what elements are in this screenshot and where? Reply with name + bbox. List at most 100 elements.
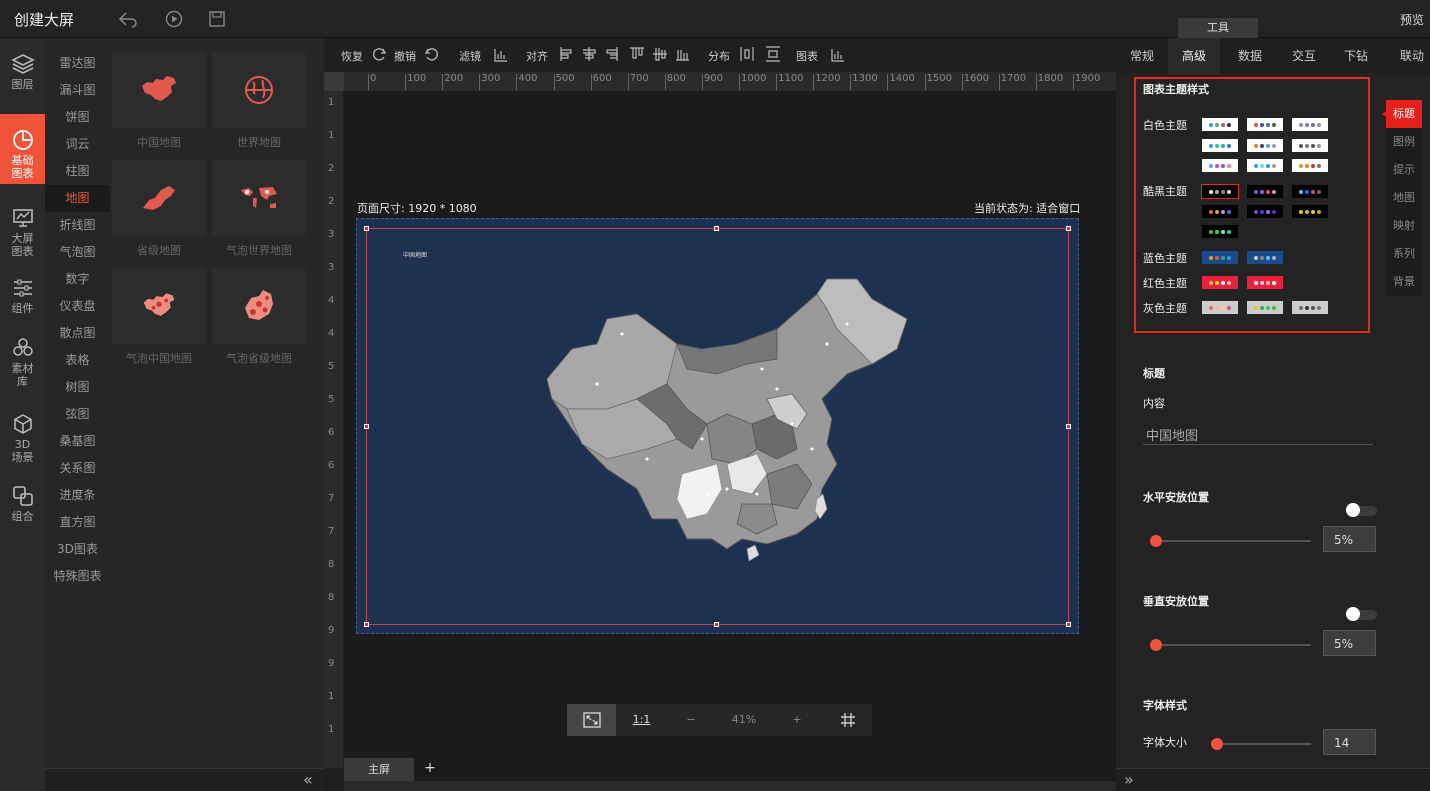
category-item[interactable]: 关系图 [45,455,110,482]
category-item[interactable]: 直方图 [45,509,110,536]
property-tab[interactable]: 下钻 [1330,38,1382,74]
theme-swatch[interactable] [1202,301,1238,314]
expand-right-icon[interactable]: » [1124,770,1134,789]
nav-basic-charts[interactable]: 基础 图表 [0,114,45,184]
theme-swatch[interactable] [1202,276,1238,289]
filter-button[interactable]: 滤镜 [459,48,481,64]
category-item[interactable]: 进度条 [45,482,110,509]
category-item[interactable]: 散点图 [45,320,110,347]
side-tab[interactable]: 提示 [1386,156,1422,184]
category-item[interactable]: 树图 [45,374,110,401]
category-item[interactable]: 漏斗图 [45,77,110,104]
resize-handle[interactable] [1066,622,1071,627]
theme-swatch[interactable] [1201,184,1239,199]
side-tab[interactable]: 标题 [1386,100,1422,128]
tab-main-screen[interactable]: 主屏 [344,758,414,781]
resize-handle[interactable] [714,622,719,627]
category-item[interactable]: 特殊图表 [45,563,110,590]
category-item[interactable]: 柱图 [45,158,110,185]
theme-swatch[interactable] [1202,205,1238,218]
side-tab[interactable]: 地图 [1386,184,1422,212]
title-content-input[interactable] [1143,424,1373,445]
category-item[interactable]: 表格 [45,347,110,374]
theme-swatch[interactable] [1247,251,1283,264]
collapse-left-icon[interactable]: « [303,770,313,789]
font-size-slider[interactable] [1211,743,1311,745]
tools-tab[interactable]: 工具 [1178,18,1258,38]
resize-handle[interactable] [364,226,369,231]
v-position-slider[interactable] [1150,644,1311,646]
zoom-in-button[interactable]: + [773,704,821,736]
h-position-toggle[interactable] [1346,503,1377,517]
side-tab[interactable]: 背景 [1386,268,1422,296]
nav-components[interactable]: 组件 [0,276,45,322]
theme-swatch[interactable] [1292,185,1328,198]
fit-window-button[interactable] [567,704,616,736]
side-tab[interactable]: 系列 [1386,240,1422,268]
resize-handle[interactable] [1066,424,1071,429]
thumb-province-map[interactable]: 省级地图 [112,160,206,258]
theme-swatch[interactable] [1247,139,1283,152]
side-tab[interactable]: 图例 [1386,128,1422,156]
resize-handle[interactable] [364,424,369,429]
theme-swatch[interactable] [1202,159,1238,172]
theme-swatch[interactable] [1202,118,1238,131]
property-tab[interactable]: 交互 [1278,38,1330,74]
category-item[interactable]: 饼图 [45,104,110,131]
font-size-knob[interactable] [1211,738,1223,750]
category-item[interactable]: 地图 [45,185,110,212]
theme-swatch[interactable] [1202,225,1238,238]
category-item[interactable]: 仪表盘 [45,293,110,320]
h-position-slider[interactable] [1150,540,1311,542]
chart-button[interactable]: 图表 [796,48,818,64]
property-tab[interactable]: 常规 [1116,38,1168,74]
nav-layers[interactable]: 图层 [0,52,45,98]
font-size-input[interactable]: 14 [1323,729,1376,755]
redo-button[interactable]: 恢复 [341,48,363,64]
theme-swatch[interactable] [1202,139,1238,152]
theme-swatch[interactable] [1247,185,1283,198]
undo-icon[interactable] [118,9,138,29]
theme-swatch[interactable] [1292,301,1328,314]
category-item[interactable]: 词云 [45,131,110,158]
category-item[interactable]: 3D图表 [45,536,110,563]
play-icon[interactable] [164,9,184,29]
theme-swatch[interactable] [1247,118,1283,131]
undo-button[interactable]: 撤销 [394,48,416,64]
selected-map-widget[interactable] [366,228,1069,625]
h-position-knob[interactable] [1150,535,1162,547]
preview-button[interactable]: 预览 [1400,11,1424,28]
category-item[interactable]: 桑基图 [45,428,110,455]
theme-swatch[interactable] [1292,159,1328,172]
thumb-bubble-china-map[interactable]: 气泡中国地图 [112,268,206,366]
thumb-world-map[interactable]: 世界地图 [212,52,306,150]
theme-swatch[interactable] [1292,118,1328,131]
category-item[interactable]: 气泡图 [45,239,110,266]
nav-3d-scene[interactable]: 3D 场景 [0,412,45,466]
theme-swatch[interactable] [1292,205,1328,218]
property-tab[interactable]: 数据 [1224,38,1276,74]
add-screen-button[interactable]: + [420,758,440,781]
property-tab[interactable]: 联动 [1386,38,1430,74]
nav-screen-charts[interactable]: 大屏 图表 [0,206,45,258]
thumb-bubble-province-map[interactable]: 气泡省级地图 [212,268,306,366]
zoom-out-button[interactable]: − [667,704,715,736]
theme-swatch[interactable] [1247,205,1283,218]
thumb-china-map[interactable]: 中国地图 [112,52,206,150]
actual-size-button[interactable]: 1:1 [617,704,666,736]
v-position-toggle[interactable] [1346,607,1377,621]
property-tab[interactable]: 高级 [1168,38,1220,74]
theme-swatch[interactable] [1202,251,1238,264]
v-position-knob[interactable] [1150,639,1162,651]
nav-combine[interactable]: 组合 [0,484,45,530]
save-icon[interactable] [207,9,227,29]
thumb-bubble-world-map[interactable]: 气泡世界地图 [212,160,306,258]
category-item[interactable]: 折线图 [45,212,110,239]
h-position-input[interactable]: 5% [1323,526,1376,552]
side-tab[interactable]: 映射 [1386,212,1422,240]
align-button[interactable]: 对齐 [526,48,548,64]
resize-handle[interactable] [1066,226,1071,231]
distribute-button[interactable]: 分布 [708,48,730,64]
horizontal-scrollbar[interactable] [344,781,1116,791]
theme-swatch[interactable] [1247,301,1283,314]
